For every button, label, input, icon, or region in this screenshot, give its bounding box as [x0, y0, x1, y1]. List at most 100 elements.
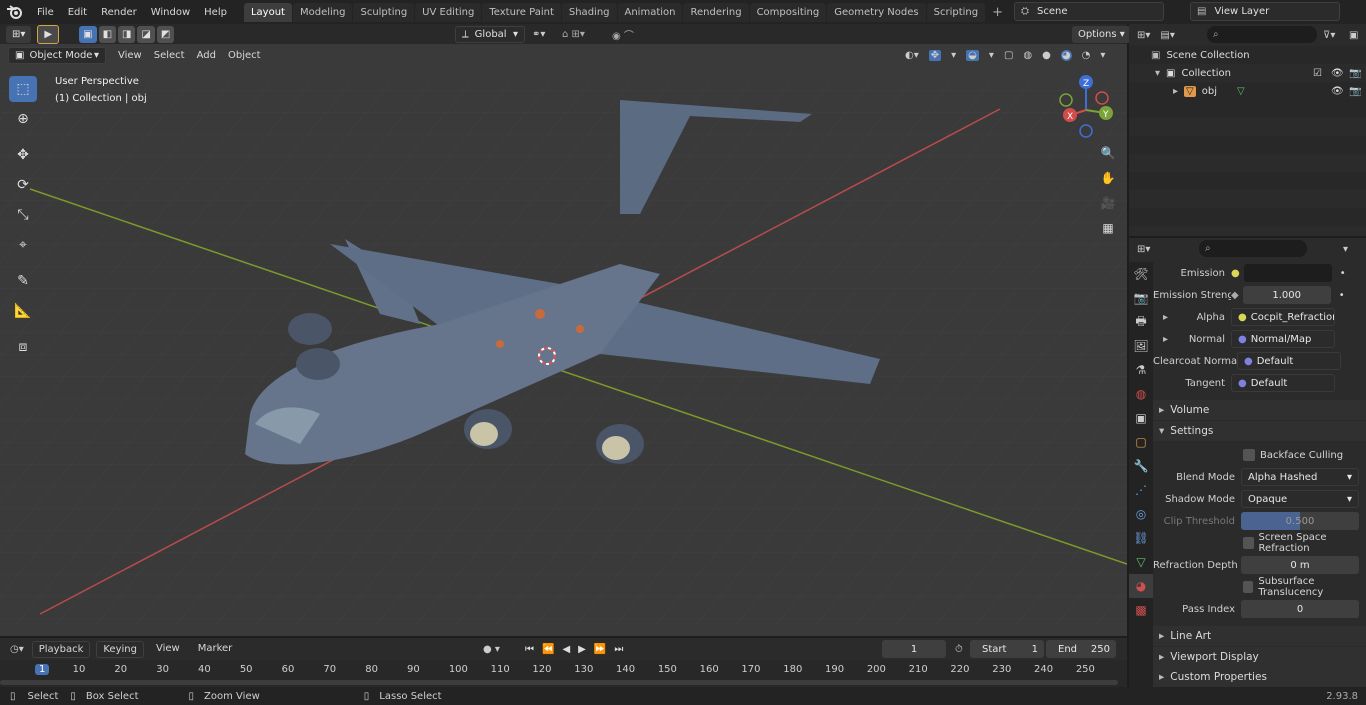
menu-edit[interactable]: Edit — [61, 7, 94, 18]
tab-rendering[interactable]: Rendering — [683, 2, 749, 22]
pivot-point-icon[interactable]: ⚭▾ — [532, 29, 545, 40]
tab-layout[interactable]: Layout — [243, 2, 292, 22]
outliner-row-scene-collection[interactable]: ▣ Scene Collection — [1129, 46, 1366, 64]
select-subtract-icon[interactable]: ◨ — [118, 25, 136, 43]
menu-window[interactable]: Window — [144, 7, 197, 18]
texture-tab-icon[interactable]: ▩ — [1129, 598, 1153, 622]
select-extend-icon[interactable]: ◧ — [98, 25, 117, 43]
outliner-row-collection[interactable]: ▾ ▣ Collection ☑ 👁 📷 — [1129, 64, 1366, 82]
tab-uv-editing[interactable]: UV Editing — [415, 2, 482, 22]
proportional-edit-icon[interactable]: ◉ ⌒ — [612, 27, 634, 42]
backface-culling-checkbox[interactable] — [1243, 449, 1255, 461]
transform-tool-icon[interactable]: ⌖ — [9, 232, 37, 258]
normal-link-field[interactable]: ● Normal/Map — [1231, 330, 1335, 348]
transform-orientation-dropdown[interactable]: ⟂ Global ▾ — [455, 25, 525, 43]
tab-texture-paint[interactable]: Texture Paint — [482, 2, 561, 22]
playhead-frame[interactable]: 1 — [35, 664, 50, 675]
next-keyframe-icon[interactable]: ⏩ — [594, 644, 606, 655]
material-shading-icon[interactable]: ◕ — [1060, 49, 1072, 61]
jump-end-icon[interactable]: ⏭ — [614, 644, 623, 655]
blend-mode-dropdown[interactable]: Alpha Hashed ▾ — [1241, 468, 1359, 486]
camera-view-icon[interactable]: 🎥 — [1097, 192, 1119, 214]
options-button[interactable]: Options ▾ — [1072, 25, 1131, 43]
object-tab-icon[interactable]: ▢ — [1129, 430, 1153, 454]
select-box-tool-icon[interactable]: ⬚ — [9, 76, 37, 102]
volume-section-header[interactable]: ▸ Volume — [1153, 400, 1366, 420]
timeline-scrollbar[interactable] — [0, 680, 1118, 685]
timeline-menu-playback[interactable]: Playback — [31, 640, 91, 658]
tool-tab-icon[interactable]: 🛠 — [1129, 262, 1153, 286]
properties-options-icon[interactable]: ▾ — [1343, 244, 1348, 255]
record-icon[interactable]: ● ▾ — [483, 644, 500, 655]
start-frame-field[interactable]: Start 1 — [970, 640, 1044, 658]
gizmo-toggle-icon[interactable]: ✥ — [928, 49, 942, 61]
prop-row-ssr[interactable]: Screen Space Refraction — [1153, 532, 1366, 554]
display-mode-icon[interactable]: ▤▾ — [1160, 30, 1174, 41]
tab-scripting[interactable]: Scripting — [926, 2, 986, 22]
cursor-tool-icon[interactable]: ⊕ — [9, 106, 37, 132]
world-tab-icon[interactable]: ◍ — [1129, 382, 1153, 406]
editor-type-icon[interactable]: ⊞▾ — [6, 25, 32, 43]
play-icon[interactable]: ▶ — [578, 644, 586, 655]
xray-icon[interactable]: ▢ — [1004, 50, 1013, 61]
physics-tab-icon[interactable]: ◎ — [1129, 502, 1153, 526]
menu-render[interactable]: Render — [94, 7, 144, 18]
ssr-checkbox[interactable] — [1243, 537, 1254, 549]
view-layer-selector[interactable]: ▤ View Layer — [1190, 2, 1340, 21]
output-tab-icon[interactable]: 🖶 — [1129, 310, 1153, 334]
properties-editor-icon[interactable]: ⊞▾ — [1137, 244, 1150, 255]
timeline-menu-view[interactable]: View — [150, 641, 186, 658]
viewport-menu-select[interactable]: Select — [148, 50, 191, 61]
add-cube-tool-icon[interactable]: ⧈ — [9, 334, 37, 360]
refraction-depth-field[interactable]: 0 m — [1241, 556, 1359, 574]
settings-section-header[interactable]: ▾ Settings — [1153, 421, 1366, 441]
line-art-section-header[interactable]: ▸ Line Art — [1153, 626, 1366, 646]
rotate-tool-icon[interactable]: ⟳ — [9, 172, 37, 198]
selection-mode-icons[interactable]: ▣ ◧ ◨ ◪ ◩ — [79, 25, 175, 43]
tab-sculpting[interactable]: Sculpting — [353, 2, 415, 22]
eye-icon[interactable]: 👁 — [1331, 86, 1344, 97]
filter-icon[interactable]: ⊽▾ — [1323, 30, 1335, 41]
wireframe-shading-icon[interactable]: ◍ — [1023, 50, 1032, 61]
perspective-toggle-icon[interactable]: ▦ — [1097, 217, 1119, 239]
add-workspace-icon[interactable]: + — [986, 5, 1009, 20]
emission-strength-field[interactable]: 1.000 — [1242, 286, 1331, 304]
material-tab-icon[interactable]: ◕ — [1129, 574, 1153, 598]
camera-render-icon[interactable]: 📷 — [1349, 86, 1361, 97]
scale-tool-icon[interactable]: ⤡ — [9, 202, 37, 228]
stopwatch-icon[interactable]: ⏱ — [955, 644, 963, 655]
end-frame-field[interactable]: End 250 — [1046, 640, 1116, 658]
overlay-icon[interactable]: ◒ — [966, 49, 979, 61]
keyframe-dot-icon[interactable]: • — [1339, 290, 1345, 301]
menu-help[interactable]: Help — [197, 7, 234, 18]
expand-chevron-icon[interactable]: ▾ — [1155, 68, 1160, 79]
scene-selector[interactable]: ⛭ Scene — [1014, 2, 1164, 21]
zoom-icon[interactable]: 🔍 — [1097, 142, 1119, 164]
move-tool-icon[interactable]: ✥ — [9, 142, 37, 168]
select-new-icon[interactable]: ▣ — [79, 25, 97, 43]
tab-animation[interactable]: Animation — [617, 2, 683, 22]
expand-chevron-icon[interactable]: ▸ — [1163, 312, 1168, 323]
jump-start-icon[interactable]: ⏮ — [525, 644, 534, 655]
data-tab-icon[interactable]: ▽ — [1129, 550, 1153, 574]
camera-render-icon[interactable]: 📷 — [1349, 68, 1361, 79]
expand-chevron-icon[interactable]: ▸ — [1163, 334, 1168, 345]
prop-row-subsurface[interactable]: Subsurface Translucency — [1153, 576, 1366, 598]
exclude-checkbox-icon[interactable]: ☑ — [1313, 68, 1322, 79]
shadow-mode-dropdown[interactable]: Opaque ▾ — [1241, 490, 1359, 508]
clearcoat-normal-field[interactable]: ● Default — [1237, 352, 1341, 370]
clip-threshold-slider[interactable]: 0.500 — [1241, 512, 1359, 530]
modifier-tab-icon[interactable]: 🔧 — [1129, 454, 1153, 478]
snap-icon[interactable]: ⌂ ⊞▾ — [562, 29, 585, 40]
viewport-display-section-header[interactable]: ▸ Viewport Display — [1153, 647, 1366, 667]
tangent-field[interactable]: ● Default — [1231, 374, 1335, 392]
timeline-editor-icon[interactable]: ◷▾ — [10, 644, 24, 655]
shading-dropdown-icon[interactable]: ▾ — [1100, 50, 1105, 61]
current-frame-field[interactable]: 1 — [882, 640, 946, 658]
outliner-editor-icon[interactable]: ⊞▾ — [1137, 30, 1150, 41]
tab-shading[interactable]: Shading — [561, 2, 617, 22]
particles-tab-icon[interactable]: ⋰ — [1129, 478, 1153, 502]
subsurface-checkbox[interactable] — [1243, 581, 1254, 593]
render-tab-icon[interactable]: 📷 — [1129, 286, 1153, 310]
viewport-menu-add[interactable]: Add — [191, 50, 222, 61]
